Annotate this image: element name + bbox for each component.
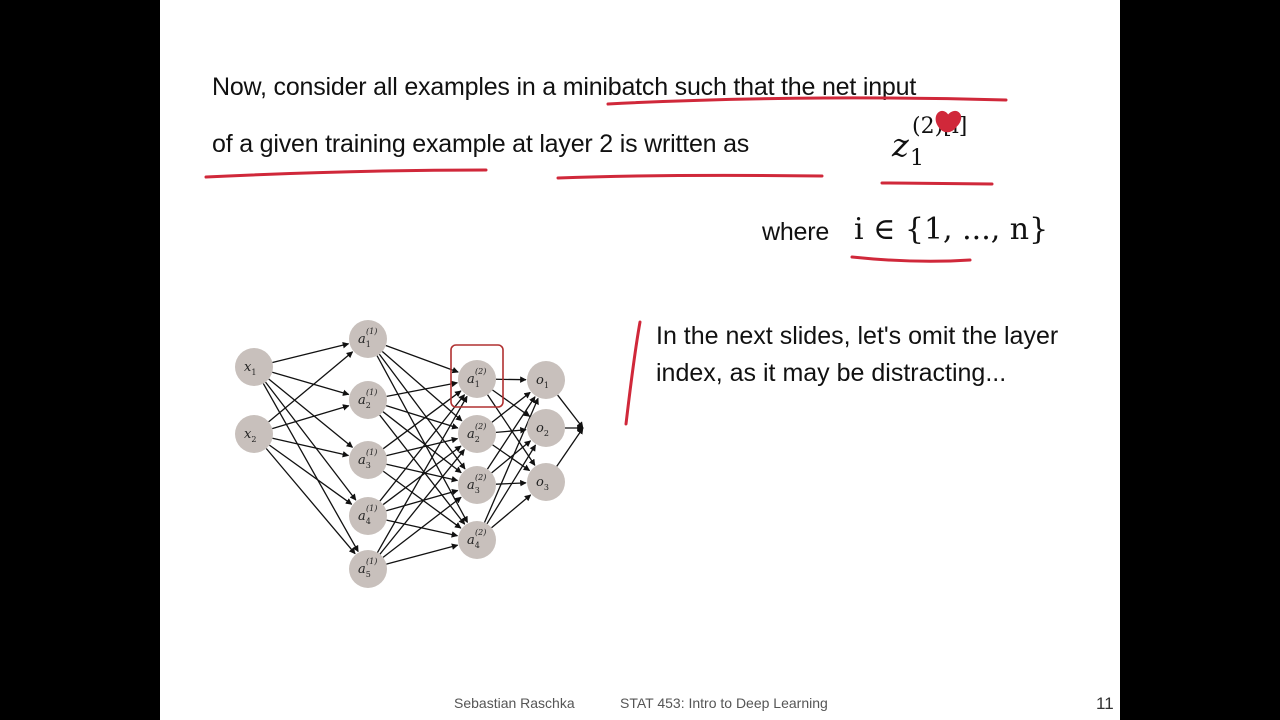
note-margin-mark [624,320,642,426]
handwritten-annotations [204,96,1008,426]
footer-author: Sebastian Raschka [454,695,575,711]
underline-training-example [204,168,488,179]
underline-z-notation [880,181,994,186]
underline-at-layer-2 [556,173,824,180]
footer-course: STAT 453: Intro to Deep Learning [620,695,828,711]
underline-minibatch [606,96,1008,106]
scribble-over-superscript [935,110,962,133]
slide: Now, consider all examples in a minibatc… [160,0,1120,720]
underline-index-set [850,255,972,263]
page-number: 11 [1096,694,1114,713]
